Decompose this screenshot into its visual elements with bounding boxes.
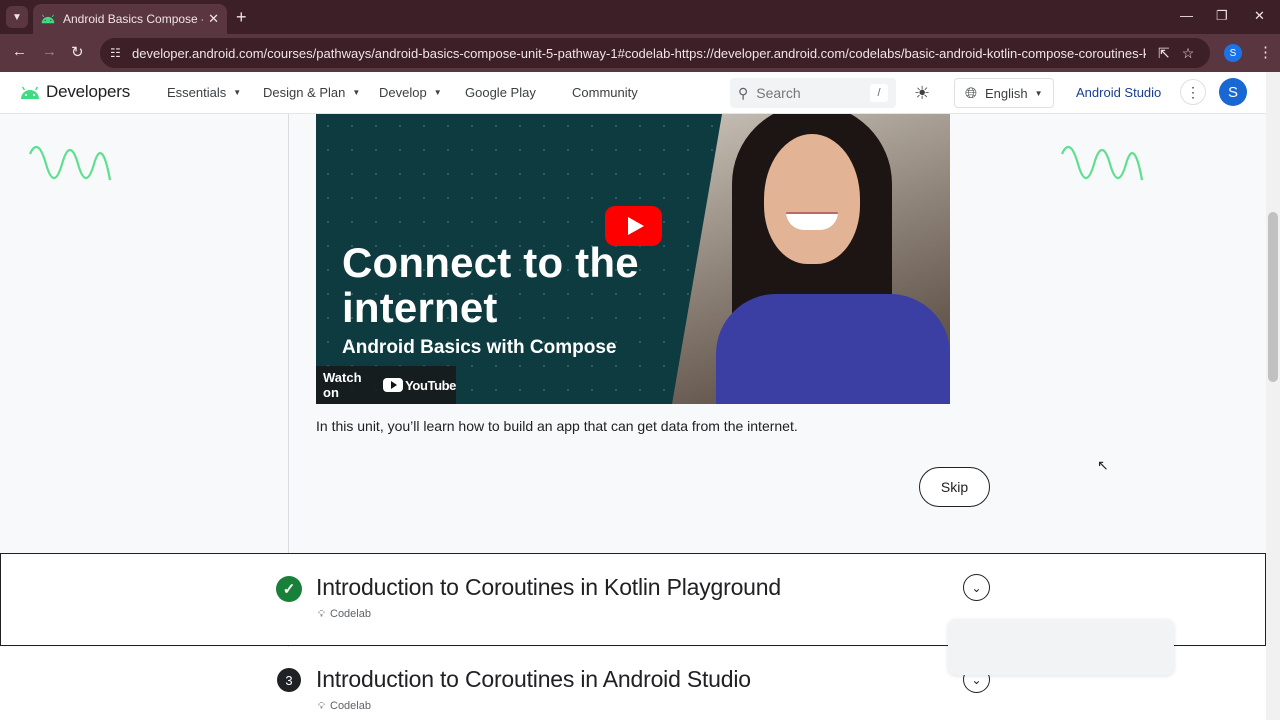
browser-tab[interactable]: Android Basics Compose - Get ✕ bbox=[33, 4, 227, 34]
search-shortcut-hint: / bbox=[870, 84, 888, 102]
play-icon bbox=[627, 217, 644, 235]
nav-design-plan[interactable]: Design & Plan ▼ bbox=[263, 85, 360, 100]
new-tab-icon[interactable]: + bbox=[236, 7, 247, 28]
android-favicon-icon bbox=[41, 14, 55, 24]
restore-icon[interactable]: ❐ bbox=[1216, 8, 1228, 24]
watch-on-youtube-link[interactable]: Watch on YouTube bbox=[316, 366, 456, 404]
lightbulb-icon: 💡︎ bbox=[318, 608, 325, 620]
developers-logo[interactable]: Developers bbox=[20, 82, 130, 102]
wave-decoration-icon bbox=[28, 145, 112, 181]
lesson-type-label: Codelab bbox=[330, 608, 371, 620]
browser-toolbar: ← → ↻ ☷ developer.android.com/courses/pa… bbox=[0, 34, 1280, 72]
url-text[interactable]: developer.android.com/courses/pathways/a… bbox=[132, 46, 1146, 61]
user-avatar[interactable]: S bbox=[1219, 78, 1247, 106]
presenter-face bbox=[764, 134, 860, 264]
browser-profile-avatar[interactable]: S bbox=[1224, 44, 1242, 62]
scrollbar-thumb[interactable] bbox=[1268, 212, 1278, 382]
nav-google-play[interactable]: Google Play bbox=[465, 85, 536, 100]
light-theme-icon[interactable]: ☀ bbox=[914, 83, 930, 104]
toast-notification bbox=[948, 619, 1174, 675]
video-subtitle: Android Basics with Compose bbox=[342, 337, 617, 358]
minimize-icon[interactable]: — bbox=[1180, 8, 1193, 23]
presenter-dress bbox=[716, 294, 950, 404]
lesson-type: 💡︎ Codelab bbox=[318, 700, 371, 712]
nav-label: Design & Plan bbox=[263, 85, 346, 100]
youtube-logo-icon: YouTube bbox=[383, 378, 456, 393]
nav-label: Essentials bbox=[167, 85, 227, 100]
unit-description: In this unit, you’ll learn how to build … bbox=[316, 418, 798, 434]
caret-down-icon: ▼ bbox=[433, 88, 442, 97]
youtube-wordmark: YouTube bbox=[405, 377, 456, 393]
nav-essentials[interactable]: Essentials ▼ bbox=[167, 85, 241, 100]
install-icon[interactable]: ⇱ bbox=[1158, 45, 1170, 62]
nav-label: Google Play bbox=[465, 85, 536, 100]
tab-list-icon[interactable]: ▼ bbox=[6, 6, 28, 28]
search-input[interactable] bbox=[756, 85, 857, 101]
nav-label: Community bbox=[572, 85, 638, 100]
language-label: English bbox=[985, 85, 1028, 101]
completed-check-icon: ✓ bbox=[276, 576, 302, 602]
lightbulb-icon: 💡︎ bbox=[318, 700, 325, 712]
android-logo-icon bbox=[21, 86, 39, 99]
wave-decoration-icon bbox=[1060, 145, 1144, 181]
globe-icon: 🌐︎ bbox=[965, 84, 978, 102]
step-number-badge: 3 bbox=[277, 668, 301, 692]
search-icon: ⚲ bbox=[738, 84, 749, 101]
bookmark-star-icon[interactable]: ☆ bbox=[1182, 45, 1195, 62]
reload-icon[interactable]: ↻ bbox=[71, 43, 84, 61]
watch-on-label: Watch on bbox=[323, 370, 362, 400]
video-title: Connect to the internet bbox=[342, 239, 639, 331]
nav-community[interactable]: Community bbox=[572, 85, 638, 100]
scrollbar-track[interactable] bbox=[1266, 72, 1280, 720]
close-tab-icon[interactable]: ✕ bbox=[208, 11, 219, 27]
forward-icon[interactable]: → bbox=[42, 43, 57, 60]
logo-text: Developers bbox=[46, 82, 130, 101]
lesson-type: 💡︎ Codelab bbox=[318, 608, 371, 620]
browser-menu-icon[interactable]: ⋮ bbox=[1258, 43, 1273, 61]
chevron-down-icon[interactable]: ⌄ bbox=[963, 574, 990, 601]
skip-button[interactable]: Skip bbox=[919, 467, 990, 507]
tab-title: Android Basics Compose - Get bbox=[63, 12, 203, 26]
more-options-icon[interactable]: ⋮ bbox=[1180, 79, 1206, 105]
nav-develop[interactable]: Develop ▼ bbox=[379, 85, 442, 100]
caret-down-icon: ▼ bbox=[1034, 88, 1043, 98]
close-window-icon[interactable]: ✕ bbox=[1254, 8, 1265, 24]
android-studio-link[interactable]: Android Studio bbox=[1076, 85, 1161, 100]
language-select[interactable]: 🌐︎ English ▼ bbox=[954, 78, 1054, 108]
caret-down-icon: ▼ bbox=[352, 88, 361, 97]
page-content: Connect to the internet Android Basics w… bbox=[0, 114, 1266, 720]
search-box[interactable]: ⚲ / bbox=[730, 78, 896, 108]
address-bar[interactable]: ☷ developer.android.com/courses/pathways… bbox=[100, 38, 1210, 68]
lesson-type-label: Codelab bbox=[330, 700, 371, 712]
lesson-title[interactable]: Introduction to Coroutines in Android St… bbox=[316, 666, 751, 693]
caret-down-icon: ▼ bbox=[233, 88, 242, 97]
site-header: Developers Essentials ▼ Design & Plan ▼ De… bbox=[0, 72, 1266, 114]
lesson-title[interactable]: Introduction to Coroutines in Kotlin Pla… bbox=[316, 574, 781, 601]
back-icon[interactable]: ← bbox=[12, 43, 27, 60]
video-embed[interactable]: Connect to the internet Android Basics w… bbox=[316, 114, 950, 404]
nav-label: Develop bbox=[379, 85, 427, 100]
browser-tab-strip: ▼ Android Basics Compose - Get ✕ + — ❐ ✕ bbox=[0, 0, 1280, 34]
site-info-icon[interactable]: ☷ bbox=[110, 46, 130, 60]
mouse-cursor-icon: ↖ bbox=[1097, 457, 1109, 473]
